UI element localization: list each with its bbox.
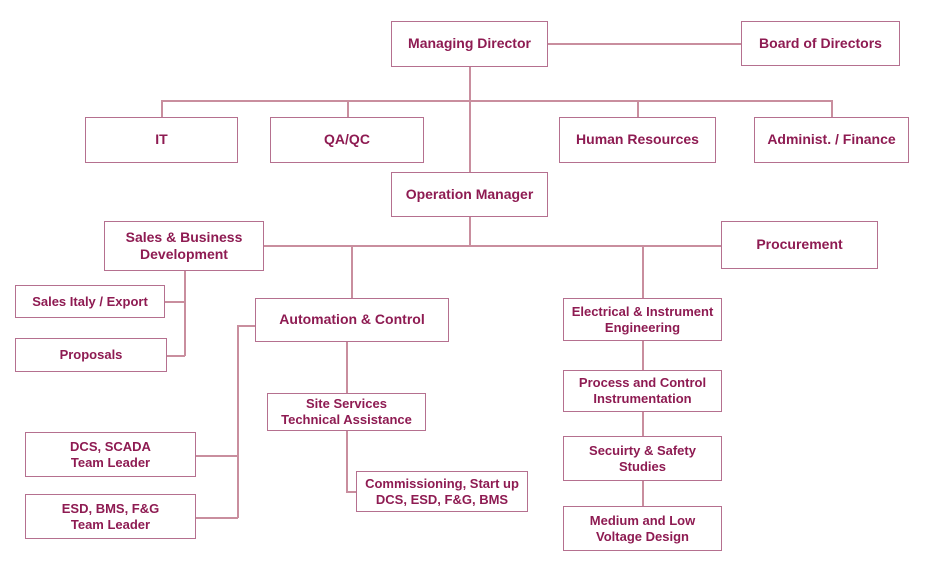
connector-automation-left-spine — [237, 325, 239, 518]
node-sales-business-development-label-2: Development — [140, 246, 228, 262]
connector-automation-to-site-services — [346, 342, 348, 393]
node-proposals-label: Proposals — [59, 347, 123, 363]
node-human-resources-label: Human Resources — [576, 131, 699, 148]
node-esd-bms-fg-team-leader-label-2: Team Leader — [70, 516, 151, 532]
connector-sales-spine — [184, 271, 186, 356]
connector-electrical-to-process — [642, 341, 644, 371]
node-dcs-scada-team-leader-label-2: Team Leader — [70, 454, 151, 470]
node-electrical-instrument-engineering-label-2: Engineering — [604, 319, 681, 335]
node-qa-qc[interactable]: QA/QC — [270, 117, 424, 163]
node-dcs-scada-team-leader-label-1: DCS, SCADA — [70, 438, 151, 454]
connector-automation-to-esd-bms — [196, 517, 238, 519]
node-process-control-instrumentation-label-1: Process and Control — [578, 375, 707, 391]
node-operation-manager-label: Operation Manager — [405, 185, 534, 202]
node-dcs-scada-team-leader[interactable]: DCS, SCADA Team Leader — [25, 432, 196, 477]
node-electrical-instrument-engineering[interactable]: Electrical & Instrument Engineering — [563, 298, 722, 341]
connector-md-down-stem — [469, 67, 471, 101]
node-qa-qc-label: QA/QC — [324, 131, 370, 148]
node-administ-finance[interactable]: Administ. / Finance — [754, 117, 909, 163]
connector-bus-to-procurement — [708, 245, 722, 247]
connector-department-bus — [161, 100, 832, 102]
node-process-control-instrumentation[interactable]: Process and Control Instrumentation — [563, 370, 722, 412]
connector-bus-to-it — [161, 100, 163, 117]
node-process-control-instrumentation-label-2: Instrumentation — [593, 391, 692, 406]
connector-bus-to-admin — [831, 100, 833, 117]
node-automation-control-label: Automation & Control — [279, 311, 425, 328]
connector-bus-to-qaqc — [347, 100, 349, 117]
node-human-resources[interactable]: Human Resources — [559, 117, 716, 163]
node-administ-finance-label: Administ. / Finance — [767, 131, 896, 148]
connector-bus-to-automation — [351, 245, 353, 298]
node-electrical-instrument-engineering-label-1: Electrical & Instrument — [571, 303, 714, 319]
node-board-of-directors[interactable]: Board of Directors — [741, 21, 900, 66]
node-site-services-technical-assistance[interactable]: Site Services Technical Assistance — [267, 393, 426, 431]
connector-md-to-board — [548, 43, 741, 45]
node-managing-director[interactable]: Managing Director — [391, 21, 548, 67]
node-medium-low-voltage-design-label-2: Voltage Design — [596, 528, 689, 544]
connector-automation-to-dcs-scada — [196, 455, 238, 457]
node-medium-low-voltage-design-label-1: Medium and Low — [589, 512, 696, 528]
node-site-services-technical-assistance-label-2: Technical Assistance — [281, 412, 412, 427]
node-sales-italy-export[interactable]: Sales Italy / Export — [15, 285, 165, 318]
connector-bus-to-operation-manager — [469, 100, 471, 172]
node-sales-italy-export-label: Sales Italy / Export — [32, 293, 148, 309]
connector-security-to-voltage — [642, 481, 644, 506]
node-esd-bms-fg-team-leader[interactable]: ESD, BMS, F&G Team Leader — [25, 494, 196, 539]
node-it-label: IT — [155, 131, 168, 148]
node-procurement[interactable]: Procurement — [721, 221, 878, 269]
connector-process-to-security — [642, 412, 644, 436]
node-commissioning-start-up[interactable]: Commissioning, Start up DCS, ESD, F&G, B… — [356, 471, 528, 512]
connector-sales-to-italy-export — [165, 301, 185, 303]
connector-bus-to-electrical — [642, 245, 644, 298]
node-operation-manager[interactable]: Operation Manager — [391, 172, 548, 217]
node-board-of-directors-label: Board of Directors — [759, 34, 882, 51]
connector-operations-bus — [264, 245, 720, 247]
node-proposals[interactable]: Proposals — [15, 338, 167, 372]
connector-site-services-to-commissioning — [346, 430, 348, 492]
node-managing-director-label: Managing Director — [408, 35, 531, 52]
connector-sales-to-proposals — [165, 355, 185, 357]
node-commissioning-start-up-label-2: DCS, ESD, F&G, BMS — [375, 491, 509, 507]
node-medium-low-voltage-design[interactable]: Medium and Low Voltage Design — [563, 506, 722, 551]
node-site-services-technical-assistance-label-1: Site Services — [306, 396, 387, 412]
connector-om-down-stem — [469, 217, 471, 246]
node-procurement-label: Procurement — [756, 236, 843, 253]
node-automation-control[interactable]: Automation & Control — [255, 298, 449, 342]
node-sales-business-development-label-1: Sales & Business — [125, 228, 243, 245]
node-secuirty-safety-studies-label-2: Studies — [619, 458, 666, 474]
node-secuirty-safety-studies-label-1: Secuirty & Safety — [589, 442, 696, 458]
node-it[interactable]: IT — [85, 117, 238, 163]
connector-bus-to-hr — [637, 100, 639, 117]
node-sales-business-development[interactable]: Sales & Business Development — [104, 221, 264, 271]
connector-automation-spine-stub — [237, 325, 255, 327]
node-esd-bms-fg-team-leader-label-1: ESD, BMS, F&G — [61, 500, 160, 516]
node-secuirty-safety-studies[interactable]: Secuirty & Safety Studies — [563, 436, 722, 481]
node-commissioning-start-up-label-1: Commissioning, Start up — [365, 475, 519, 491]
org-chart-canvas: Managing Director Board of Directors IT … — [0, 0, 932, 576]
